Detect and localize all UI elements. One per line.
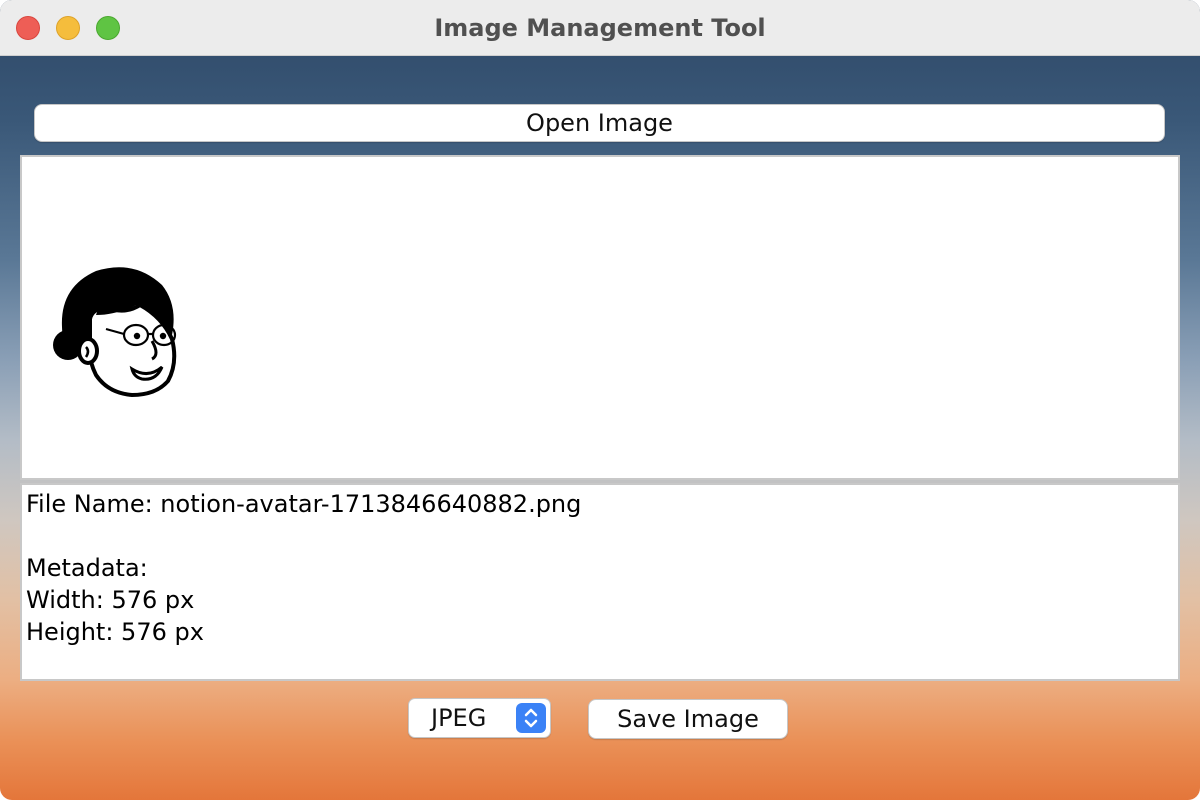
file-name-text: File Name: notion-avatar-1713846640882.p… [26,490,582,518]
width-text: Width: 576 px [26,586,195,614]
chevron-up-down-icon[interactable] [516,703,546,733]
height-text: Height: 576 px [26,618,204,646]
image-preview-panel [20,155,1180,480]
save-image-button[interactable]: Save Image [588,699,788,739]
app-window: Image Management Tool Open Image File Na… [0,0,1200,800]
format-dropdown[interactable]: JPEG [408,698,551,738]
metadata-panel: File Name: notion-avatar-1713846640882.p… [20,483,1180,681]
format-selected-value: JPEG [431,704,487,732]
title-bar: Image Management Tool [0,0,1200,56]
avatar-image [53,267,177,397]
window-title: Image Management Tool [434,14,766,42]
metadata-heading: Metadata: [26,554,148,582]
open-image-button[interactable]: Open Image [34,104,1165,142]
